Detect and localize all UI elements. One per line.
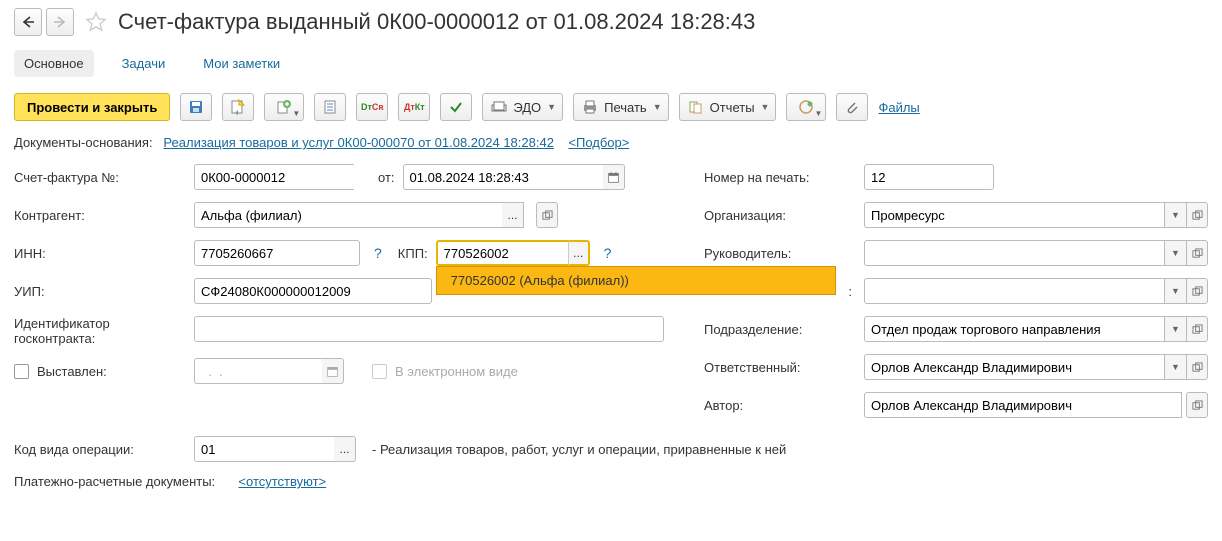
- kpp-label: КПП:: [398, 246, 428, 261]
- basis-row: Документы-основания: Реализация товаров …: [14, 135, 1208, 150]
- op-code-input[interactable]: [194, 436, 334, 462]
- post-and-close-button[interactable]: Провести и закрыть: [14, 93, 170, 121]
- open-icon[interactable]: [1186, 354, 1208, 380]
- print-dropdown[interactable]: Печать ▼: [573, 93, 669, 121]
- tabs-row: Основное Задачи Мои заметки: [14, 50, 1208, 77]
- forward-button[interactable]: [46, 8, 74, 36]
- list-button[interactable]: [314, 93, 346, 121]
- back-button[interactable]: [14, 8, 42, 36]
- hidden-field-input[interactable]: [864, 278, 1164, 304]
- date-input[interactable]: [403, 164, 603, 190]
- dtkt-button[interactable]: ДᴛКᴛ: [398, 93, 430, 121]
- inn-input[interactable]: [194, 240, 360, 266]
- contragent-label: Контрагент:: [14, 208, 186, 223]
- head-label: Руководитель:: [704, 246, 856, 261]
- select-button[interactable]: ...: [502, 202, 524, 228]
- chevron-down-icon: ▼: [292, 109, 300, 118]
- calendar-icon[interactable]: [603, 164, 625, 190]
- print-no-input[interactable]: [864, 164, 994, 190]
- issued-checkbox[interactable]: [14, 364, 29, 379]
- gov-contract-input[interactable]: [194, 316, 664, 342]
- head-input[interactable]: [864, 240, 1164, 266]
- open-icon[interactable]: [1186, 392, 1208, 418]
- toolbar: Провести и закрыть ▼ DᴛCʀ ДᴛКᴛ ЭДО ▼ Печ…: [14, 93, 1208, 121]
- reports-label: Отчеты: [710, 100, 755, 115]
- author-input[interactable]: [864, 392, 1182, 418]
- print-label: Печать: [604, 100, 647, 115]
- basis-select-link[interactable]: <Подбор>: [568, 135, 629, 150]
- chevron-down-icon: ▼: [815, 109, 823, 118]
- tab-main[interactable]: Основное: [14, 50, 94, 77]
- kpp-select-button[interactable]: ...: [568, 240, 590, 266]
- chevron-down-icon: ▼: [547, 102, 556, 112]
- org-input[interactable]: [864, 202, 1164, 228]
- chevron-down-icon: ▼: [761, 102, 770, 112]
- edo-dropdown[interactable]: ЭДО ▼: [482, 93, 563, 121]
- reports-dropdown[interactable]: Отчеты ▼: [679, 93, 777, 121]
- chevron-down-icon[interactable]: ▼: [1164, 240, 1186, 266]
- from-label: от:: [378, 170, 395, 185]
- post-button[interactable]: [222, 93, 254, 121]
- edo-label: ЭДО: [513, 100, 541, 115]
- resp-label: Ответственный:: [704, 360, 856, 375]
- refresh-button[interactable]: ▼: [786, 93, 826, 121]
- favorite-star-icon[interactable]: [82, 8, 110, 36]
- kpp-help-icon[interactable]: ?: [604, 245, 612, 261]
- calendar-icon[interactable]: [322, 358, 344, 384]
- chevron-down-icon[interactable]: ▼: [1164, 202, 1186, 228]
- chevron-down-icon[interactable]: ▼: [1164, 316, 1186, 342]
- pay-docs-link[interactable]: <отсутствуют>: [238, 474, 326, 489]
- op-code-label: Код вида операции:: [14, 442, 186, 457]
- dept-label: Подразделение:: [704, 322, 856, 337]
- dept-input[interactable]: [864, 316, 1164, 342]
- resp-input[interactable]: [864, 354, 1164, 380]
- kpp-input[interactable]: [436, 240, 568, 266]
- contragent-input[interactable]: [194, 202, 502, 228]
- op-code-select-button[interactable]: ...: [334, 436, 356, 462]
- uip-input[interactable]: [194, 278, 432, 304]
- basis-label: Документы-основания:: [14, 135, 153, 150]
- open-icon[interactable]: [536, 202, 558, 228]
- author-label: Автор:: [704, 398, 856, 413]
- save-button[interactable]: [180, 93, 212, 121]
- dtcr-button[interactable]: DᴛCʀ: [356, 93, 388, 121]
- electronic-checkbox: [372, 364, 387, 379]
- op-desc: - Реализация товаров, работ, услуг и опе…: [372, 442, 786, 457]
- attach-button[interactable]: [836, 93, 868, 121]
- page-title: Счет-фактура выданный 0К00-0000012 от 01…: [118, 9, 755, 35]
- create-based-button[interactable]: ▼: [264, 93, 304, 121]
- invoice-no-input[interactable]: [194, 164, 354, 190]
- print-no-label: Номер на печать:: [704, 170, 856, 185]
- invoice-no-label: Счет-фактура №:: [14, 170, 186, 185]
- org-label: Организация:: [704, 208, 856, 223]
- files-link[interactable]: Файлы: [878, 100, 919, 115]
- basis-doc-link[interactable]: Реализация товаров и услуг 0К00-000070 о…: [163, 135, 554, 150]
- open-icon[interactable]: [1186, 278, 1208, 304]
- check-button[interactable]: [440, 93, 472, 121]
- uip-label: УИП:: [14, 284, 186, 299]
- gov-contract-label: Идентификатор госконтракта:: [14, 316, 186, 346]
- inn-label: ИНН:: [14, 246, 186, 261]
- inn-help-icon[interactable]: ?: [374, 245, 382, 261]
- tab-notes[interactable]: Мои заметки: [193, 50, 290, 77]
- electronic-label: В электронном виде: [395, 364, 518, 379]
- open-icon[interactable]: [1186, 316, 1208, 342]
- kpp-suggestion-item[interactable]: 770526002 (Альфа (филиал)): [436, 266, 836, 295]
- chevron-down-icon[interactable]: ▼: [1164, 354, 1186, 380]
- pay-docs-label: Платежно-расчетные документы:: [14, 474, 215, 489]
- open-icon[interactable]: [1186, 240, 1208, 266]
- chevron-down-icon: ▼: [653, 102, 662, 112]
- open-icon[interactable]: [1186, 202, 1208, 228]
- chevron-down-icon[interactable]: ▼: [1164, 278, 1186, 304]
- tab-tasks[interactable]: Задачи: [112, 50, 176, 77]
- issued-label: Выставлен:: [37, 364, 107, 379]
- issued-date-input[interactable]: [194, 358, 322, 384]
